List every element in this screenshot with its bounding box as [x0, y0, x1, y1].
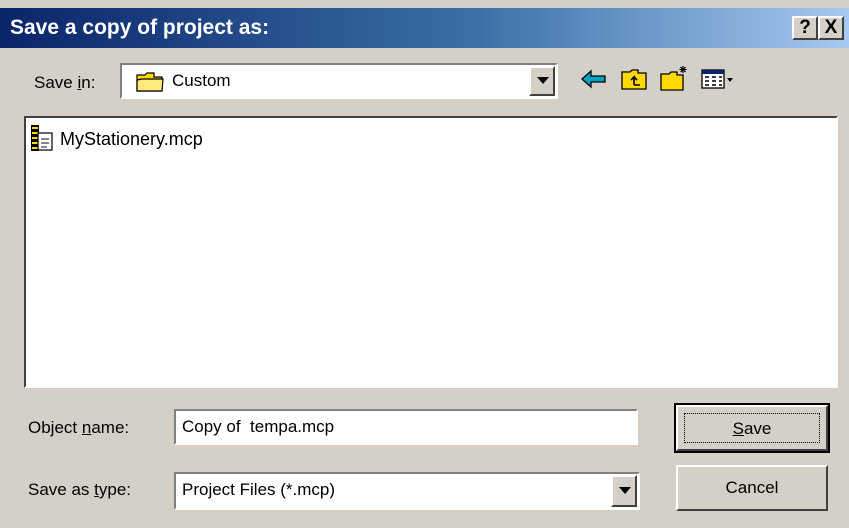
save-in-combo[interactable]: Custom: [120, 63, 558, 99]
save-in-value: Custom: [172, 71, 231, 90]
file-list[interactable]: MyStationery.mcp: [24, 116, 838, 388]
close-icon: X: [824, 17, 838, 38]
object-name-input[interactable]: [174, 409, 638, 445]
dialog-title: Save a copy of project as:: [10, 16, 270, 39]
save-as-type-dropdown-button[interactable]: [611, 475, 637, 507]
object-name-label: Object name:: [28, 418, 130, 437]
save-in-label: Save in:: [34, 73, 96, 92]
save-as-type-label: Save as type:: [28, 480, 132, 499]
up-one-level-icon[interactable]: [620, 64, 650, 94]
chevron-down-icon: [537, 77, 549, 84]
close-button[interactable]: X: [818, 16, 844, 40]
save-as-type-value: Project Files (*.mcp): [182, 480, 336, 499]
save-as-type-combo[interactable]: Project Files (*.mcp): [174, 472, 640, 510]
folder-icon: [136, 72, 164, 92]
file-name: MyStationery.mcp: [60, 129, 203, 149]
back-arrow-icon[interactable]: [579, 64, 609, 94]
help-icon: ?: [799, 17, 811, 38]
cancel-label: Cancel: [725, 478, 779, 497]
save-in-dropdown-button[interactable]: [529, 66, 555, 96]
help-button[interactable]: ?: [792, 16, 818, 40]
save-button[interactable]: Save: [674, 403, 830, 453]
chevron-down-icon: [619, 487, 631, 494]
create-new-folder-icon[interactable]: [659, 64, 689, 94]
view-menu-icon[interactable]: [700, 64, 736, 94]
project-file-icon: [31, 125, 53, 151]
cancel-button[interactable]: Cancel: [676, 465, 828, 511]
title-bar[interactable]: Save a copy of project as: ? X: [0, 8, 849, 48]
